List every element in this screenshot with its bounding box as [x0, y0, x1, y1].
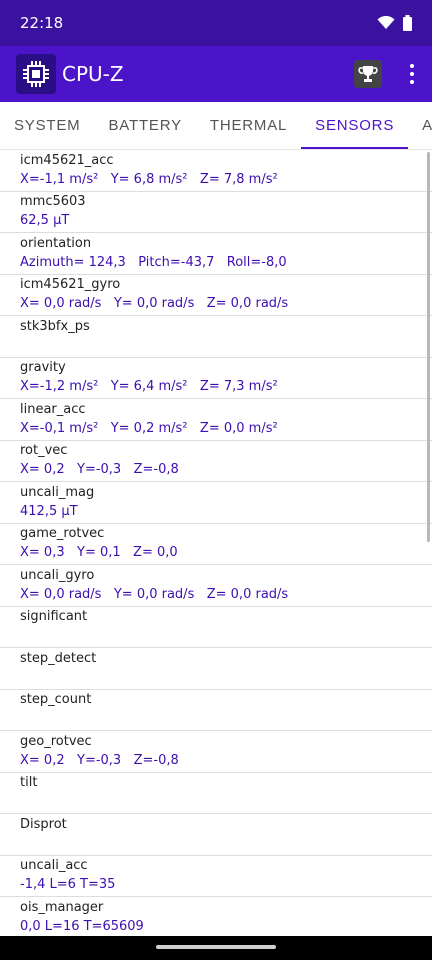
sensor-name: significant: [20, 609, 88, 625]
sensor-value: X= 0,0 rad/s Y= 0,0 rad/s Z= 0,0 rad/s: [20, 586, 289, 602]
tab-sensors[interactable]: SENSORS: [301, 102, 409, 149]
status-bar: 22:18: [0, 0, 432, 46]
sensor-name: linear_acc: [20, 401, 86, 417]
sensor-name: stk3bfx_ps: [20, 318, 90, 334]
sensor-name: ois_manager: [20, 899, 104, 915]
sensor-value: [20, 709, 412, 728]
sensor-value: [20, 626, 412, 645]
sensor-value: X= 0,0 rad/s Y= 0,0 rad/s Z= 0,0 rad/s: [20, 296, 289, 312]
sensor-value: 412,5 µT: [20, 503, 78, 519]
sensor-name: Disprot: [20, 816, 67, 832]
sensor-row: significant: [0, 607, 432, 648]
battery-icon: [403, 15, 412, 31]
sensor-name: orientation: [20, 235, 92, 251]
more-dot-icon: [410, 64, 414, 68]
sensor-name: rot_vec: [20, 443, 68, 459]
sensor-row: Disprot: [0, 814, 432, 856]
sensor-name: tilt: [20, 775, 38, 791]
sensor-name: step_count: [20, 692, 92, 708]
tab-about[interactable]: ABOUT: [408, 102, 432, 149]
sensor-value: X= 0,2 Y=-0,3 Z=-0,8: [20, 462, 179, 478]
more-dot-icon: [410, 80, 414, 84]
wifi-icon: [377, 16, 395, 29]
sensor-name: uncali_mag: [20, 484, 95, 500]
sensor-value: X=-1,2 m/s² Y= 6,4 m/s² Z= 7,3 m/s²: [20, 379, 278, 395]
sensor-name: step_detect: [20, 650, 97, 666]
navigation-bar: [0, 936, 432, 960]
sensor-row: stk3bfx_ps: [0, 316, 432, 358]
trophy-icon: [358, 66, 378, 82]
tab-bar: SYSTEM BATTERY THERMAL SENSORS ABOUT: [0, 102, 432, 150]
sensor-row: uncali_mag 412,5 µT: [0, 482, 432, 524]
sensor-row: uncali_gyro X= 0,0 rad/s Y= 0,0 rad/s Z= …: [0, 565, 432, 607]
sensor-value: X= 0,2 Y=-0,3 Z=-0,8: [20, 752, 179, 768]
sensor-row: uncali_acc -1,4 L=6 T=35: [0, 856, 432, 897]
sensor-value: [20, 792, 412, 811]
sensor-name: uncali_gyro: [20, 567, 95, 583]
sensor-row: tilt: [0, 773, 432, 814]
sensor-row: orientation Azimuth= 124,3 Pitch=-43,7 Ro…: [0, 233, 432, 275]
sensor-value: Azimuth= 124,3 Pitch=-43,7 Roll=-8,0: [20, 254, 287, 270]
sensor-value: [20, 336, 412, 355]
tab-system[interactable]: SYSTEM: [0, 102, 94, 149]
more-dot-icon: [410, 72, 414, 76]
app-title: CPU-Z: [62, 62, 124, 86]
sensor-row: icm45621_gyro X= 0,0 rad/s Y= 0,0 rad/s Z…: [0, 275, 432, 316]
sensor-value: [20, 668, 412, 687]
sensor-name: game_rotvec: [20, 526, 105, 542]
sensor-row: linear_acc X=-0,1 m/s² Y= 0,2 m/s² Z= 0,0…: [0, 399, 432, 441]
sensor-value: X=-1,1 m/s² Y= 6,8 m/s² Z= 7,8 m/s²: [20, 171, 278, 187]
sensor-row: gravity X=-1,2 m/s² Y= 6,4 m/s² Z= 7,3 m/…: [0, 358, 432, 399]
sensor-row: mmc5603 62,5 µT: [0, 192, 432, 233]
sensor-row: step_count: [0, 690, 432, 731]
sensor-name: geo_rotvec: [20, 733, 92, 749]
sensor-name: uncali_acc: [20, 858, 88, 874]
status-icons: [377, 15, 412, 31]
tab-battery[interactable]: BATTERY: [94, 102, 195, 149]
sensor-value: 62,5 µT: [20, 213, 70, 229]
app-bar: CPU-Z: [0, 46, 432, 102]
sensor-value: X= 0,3 Y= 0,1 Z= 0,0: [20, 545, 178, 561]
home-gesture-handle[interactable]: [156, 945, 276, 949]
more-options-button[interactable]: [404, 62, 420, 86]
sensor-row: ois_manager 0,0 L=16 T=65609: [0, 897, 432, 936]
sensor-list[interactable]: icm45621_acc X=-1,1 m/s² Y= 6,8 m/s² Z= 7…: [0, 150, 432, 936]
sensor-name: icm45621_gyro: [20, 277, 121, 293]
sensor-name: icm45621_acc: [20, 152, 114, 168]
sensor-value: -1,4 L=6 T=35: [20, 877, 116, 893]
sensor-value: X=-0,1 m/s² Y= 0,2 m/s² Z= 0,0 m/s²: [20, 420, 278, 436]
sensor-value: [20, 834, 412, 853]
sensor-row: geo_rotvec X= 0,2 Y=-0,3 Z=-0,8: [0, 731, 432, 773]
trophy-button[interactable]: [354, 60, 382, 88]
tab-thermal[interactable]: THERMAL: [196, 102, 301, 149]
sensor-name: mmc5603: [20, 194, 86, 210]
sensor-value: 0,0 L=16 T=65609: [20, 918, 144, 934]
cpu-chip-icon: [16, 54, 56, 94]
sensor-row: step_detect: [0, 648, 432, 690]
sensor-row: game_rotvec X= 0,3 Y= 0,1 Z= 0,0: [0, 524, 432, 565]
sensor-row: rot_vec X= 0,2 Y=-0,3 Z=-0,8: [0, 441, 432, 482]
sensor-row: icm45621_acc X=-1,1 m/s² Y= 6,8 m/s² Z= 7…: [0, 150, 432, 192]
scrollbar[interactable]: [427, 152, 430, 542]
sensor-name: gravity: [20, 360, 66, 376]
status-time: 22:18: [20, 14, 64, 32]
